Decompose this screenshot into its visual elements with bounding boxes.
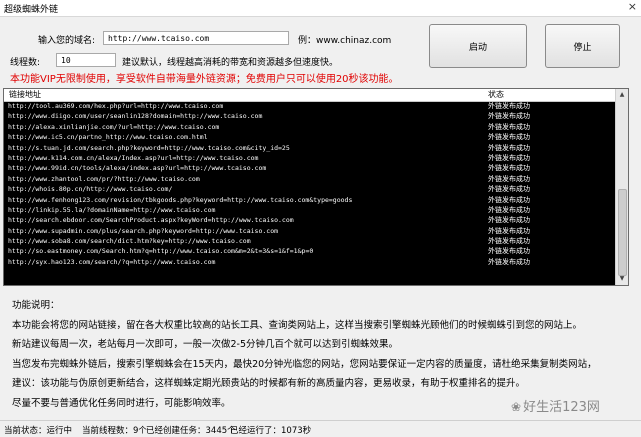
row-url: http://s.tuan.jd.com/search.php?keyword=… <box>8 143 290 152</box>
row-status: 外链发布成功 <box>488 174 530 183</box>
row-status: 外链发布成功 <box>488 143 530 152</box>
link-list[interactable]: 链接地址 状态 http://tool.au369.com/hex.php?ur… <box>3 88 629 286</box>
description-line: 当您发布完蜘蛛外链后，搜索引擎蜘蛛会在15天内，最快20分钟光临您的网站，您网站… <box>12 358 597 370</box>
table-row[interactable]: http://alexa.xinlianjie.com/?url=http://… <box>4 122 618 132</box>
row-status: 外链发布成功 <box>488 216 530 225</box>
row-status: 外链发布成功 <box>488 195 530 204</box>
close-icon[interactable]: × <box>628 0 637 13</box>
status-created: 已经创建任务：3445个 <box>146 426 236 436</box>
description-heading: 功能说明： <box>12 300 60 311</box>
row-url: http://www.diigo.com/user/seanlin128?dom… <box>8 112 263 121</box>
table-row[interactable]: http://www.zhantool.com/pr/?http://www.t… <box>4 174 618 184</box>
table-row[interactable]: http://www.99id.cn/tools/alexa/index.asp… <box>4 163 618 173</box>
example-label: 例：www.chinaz.com <box>298 36 392 46</box>
start-button[interactable]: 启动 <box>429 24 527 68</box>
status-runtime: 已经运行了：1073秒 <box>230 426 312 436</box>
column-header-url[interactable]: 链接地址 <box>9 89 41 100</box>
row-url: http://www.zhantool.com/pr/?http://www.t… <box>8 174 200 183</box>
row-status: 外链发布成功 <box>488 133 530 142</box>
status-threads: 当前线程数：9个 <box>82 426 147 436</box>
table-row[interactable]: http://search.ebdoor.com/SearchProduct.a… <box>4 215 618 225</box>
table-row[interactable]: http://so.eastmoney.com/Search.htm?q=htt… <box>4 246 618 256</box>
row-url: http://www.soba8.com/search/dict.htm?key… <box>8 237 251 246</box>
vertical-scrollbar[interactable]: ▲ ▼ <box>615 89 628 285</box>
title-bar: 超级蜘蛛外链 × <box>0 0 641 17</box>
row-status: 外链发布成功 <box>488 153 530 162</box>
table-row[interactable]: http://www.ic5.cn/partno_http://www.tcai… <box>4 132 618 142</box>
table-row[interactable]: http://tool.au369.com/hex.php?url=http:/… <box>4 101 618 111</box>
wechat-icon: ❀ <box>511 400 522 414</box>
row-url: http://so.eastmoney.com/Search.htm?q=htt… <box>8 247 314 256</box>
description-line: 新站建议每周一次，老站每月一次即可，一般一次做2-5分钟几百个就可以达到引蜘蛛效… <box>12 339 399 351</box>
status-bar: 当前状态：运行中 当前线程数：9个 已经创建任务：3445个 已经运行了：107… <box>0 420 641 437</box>
row-url: http://alexa.xinlianjie.com/?url=http://… <box>8 122 220 131</box>
row-status: 外链发布成功 <box>488 102 530 110</box>
row-url: http://www.99id.cn/tools/alexa/index.asp… <box>8 164 267 173</box>
table-row[interactable]: http://www.soba8.com/search/dict.htm?key… <box>4 236 618 246</box>
row-status: 外链发布成功 <box>488 247 530 256</box>
site-label: 输入您的域名: <box>38 36 96 46</box>
row-status: 外链发布成功 <box>488 112 530 121</box>
window-title: 超级蜘蛛外链 <box>4 5 59 15</box>
description-line: 建议：该功能与伪原创更新结合，这样蜘蛛定期光顾贵站的时候都有新的高质量内容，更易… <box>12 378 526 390</box>
row-url: http://linkip.55.la/?domainName=http://w… <box>8 205 216 214</box>
table-row[interactable]: http://www.supadmin.com/plus/search.php?… <box>4 226 618 236</box>
thread-input[interactable]: 10 <box>56 53 116 67</box>
table-row[interactable]: http://www.fenhong123.com/revision/tbkgo… <box>4 195 618 205</box>
row-status: 外链发布成功 <box>488 226 530 235</box>
scroll-up-icon[interactable]: ▲ <box>616 89 628 101</box>
row-status: 外链发布成功 <box>488 205 530 214</box>
row-status: 外链发布成功 <box>488 237 530 246</box>
site-input[interactable]: http://www.tcaiso.com <box>103 31 289 45</box>
row-status: 外链发布成功 <box>488 257 530 266</box>
row-url: http://www.ic5.cn/partno_http://www.tcai… <box>8 133 208 142</box>
vip-notice: 本功能VIP无限制使用，享受软件自带海量外链资源；免费用户只可以使用20秒该功能… <box>10 74 399 85</box>
row-url: http://tool.au369.com/hex.php?url=http:/… <box>8 102 224 110</box>
table-row[interactable]: http://s.tuan.jd.com/search.php?keyword=… <box>4 143 618 153</box>
list-rows: http://tool.au369.com/hex.php?url=http:/… <box>4 101 618 267</box>
row-url: http://www.fenhong123.com/revision/tbkgo… <box>8 195 353 204</box>
row-url: http://whois.80p.cn/http://www.tcaiso.co… <box>8 185 173 194</box>
table-row[interactable]: http://www.k114.com.cn/alexa/Index.asp?u… <box>4 153 618 163</box>
row-url: http://syx.hao123.com/search/?q=http://w… <box>8 257 216 266</box>
table-row[interactable]: http://www.diigo.com/user/seanlin128?dom… <box>4 111 618 121</box>
row-url: http://www.k114.com.cn/alexa/Index.asp?u… <box>8 153 259 162</box>
scroll-down-icon[interactable]: ▼ <box>616 273 628 285</box>
column-header-status[interactable]: 状态 <box>488 89 504 100</box>
thread-hint: 建议默认，线程越高消耗的带宽和资源越多但速度快。 <box>122 58 339 68</box>
row-status: 外链发布成功 <box>488 122 530 131</box>
row-status: 外链发布成功 <box>488 164 530 173</box>
row-url: http://search.ebdoor.com/SearchProduct.a… <box>8 216 294 225</box>
table-row[interactable]: http://whois.80p.cn/http://www.tcaiso.co… <box>4 184 618 194</box>
scroll-thumb[interactable] <box>618 189 627 276</box>
stop-button[interactable]: 停止 <box>545 24 620 68</box>
status-state: 当前状态：运行中 <box>4 426 73 436</box>
table-row[interactable]: http://syx.hao123.com/search/?q=http://w… <box>4 257 618 267</box>
watermark-text: 好生活123网 <box>523 400 600 415</box>
watermark: ❀ 好生活123网 <box>511 396 600 415</box>
table-row[interactable]: http://linkip.55.la/?domainName=http://w… <box>4 205 618 215</box>
row-status: 外链发布成功 <box>488 185 530 194</box>
row-url: http://www.supadmin.com/plus/search.php?… <box>8 226 279 235</box>
description-line: 本功能会将您的网站链接，留在各大权重比较高的站长工具、查询类网站上，这样当搜索引… <box>12 319 583 331</box>
thread-label: 线程数: <box>10 58 41 68</box>
